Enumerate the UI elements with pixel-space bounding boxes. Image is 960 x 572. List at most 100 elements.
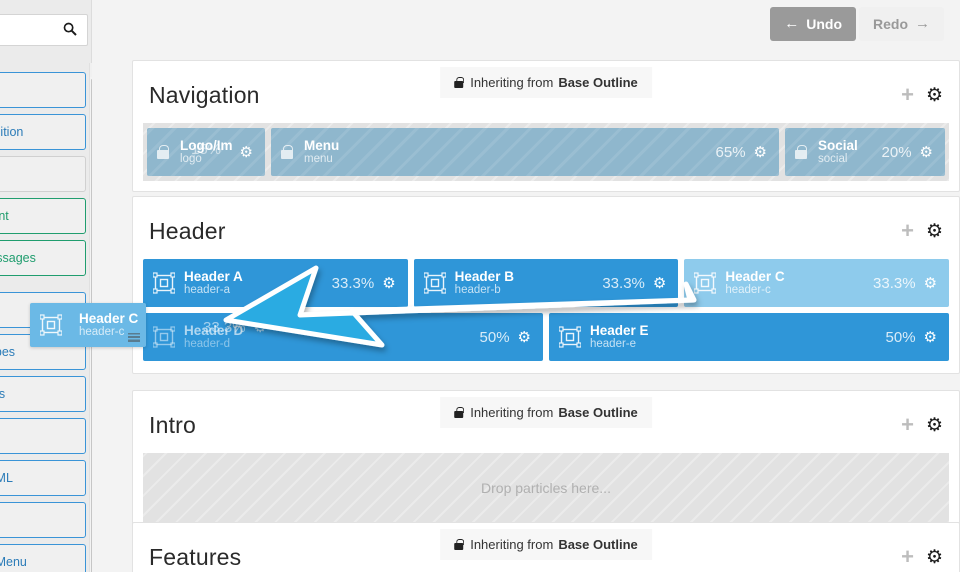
particle-social[interactable]: Social social 20% ⚙ bbox=[785, 128, 945, 176]
particle-meta: 50% ⚙ bbox=[480, 329, 531, 346]
particle-title: Header C bbox=[79, 311, 139, 326]
lock-icon bbox=[454, 77, 464, 88]
section-navigation[interactable]: Navigation Inheriting from Base Outline … bbox=[132, 60, 960, 192]
gear-icon[interactable]: ⚙ bbox=[920, 145, 933, 160]
particle-icon bbox=[558, 326, 582, 348]
particle-meta: 33.3% ⚙ bbox=[873, 275, 937, 292]
particle-id: social bbox=[818, 153, 848, 166]
section-actions: + ⚙ bbox=[901, 414, 943, 436]
particle-meta: 33.3% ⚙ bbox=[602, 275, 666, 292]
gear-icon[interactable]: ⚙ bbox=[653, 276, 666, 291]
section-title: Navigation bbox=[149, 81, 260, 108]
particle-percent: 33.3% bbox=[331, 274, 375, 292]
particle-header-a[interactable]: Header A header-a 33.3% ⚙ bbox=[143, 259, 408, 307]
particle-meta: 20% ⚙ bbox=[882, 144, 933, 161]
particle-labels: Header D header-d bbox=[184, 323, 243, 351]
particle-icon bbox=[693, 272, 717, 294]
section-body: Logo/Im logo ⚙ 15% Menu menu 65% ⚙ Socia… bbox=[143, 123, 949, 181]
sidebar-item-8[interactable]: ight bbox=[0, 418, 86, 454]
layout-canvas: ← Undo Redo → Navigation Inheriting from… bbox=[92, 0, 960, 572]
section-intro[interactable]: Intro Inheriting from Base Outline + ⚙ D… bbox=[132, 390, 960, 534]
particle-header-b[interactable]: Header B header-b 33.3% ⚙ bbox=[413, 259, 679, 307]
section-title: Header bbox=[149, 217, 226, 244]
inheritance-badge: Inheriting from Base Outline bbox=[440, 67, 652, 98]
particle-id: header-b bbox=[454, 284, 501, 297]
particle-labels: Logo/Im logo bbox=[180, 138, 233, 166]
redo-label: Redo bbox=[873, 16, 908, 32]
particle-title: Header C bbox=[725, 269, 785, 284]
particle-labels: Social social bbox=[818, 138, 858, 166]
gear-icon[interactable]: ⚙ bbox=[926, 416, 943, 435]
lock-icon bbox=[454, 539, 464, 550]
lock-icon bbox=[454, 407, 464, 418]
particle-header-e[interactable]: Header E header-e 50% ⚙ bbox=[549, 313, 949, 361]
sidebar-item-1[interactable]: et Position bbox=[0, 114, 86, 150]
section-header: Header + ⚙ bbox=[139, 203, 953, 259]
arrow-left-icon: ← bbox=[784, 15, 800, 32]
lock-icon bbox=[281, 145, 293, 159]
particle-id: header-e bbox=[590, 338, 637, 351]
add-particle-icon[interactable]: + bbox=[901, 220, 914, 242]
section-header: Intro Inheriting from Base Outline + ⚙ bbox=[139, 397, 953, 453]
add-particle-icon[interactable]: + bbox=[901, 546, 914, 568]
particle-icon bbox=[152, 272, 176, 294]
gear-icon[interactable]: ⚙ bbox=[240, 145, 253, 160]
section-header: Navigation Inheriting from Base Outline … bbox=[139, 67, 953, 123]
sidebar-item-4[interactable]: m Messages bbox=[0, 240, 86, 276]
particle-labels: Menu menu bbox=[304, 138, 339, 166]
section-actions: + ⚙ bbox=[901, 84, 943, 106]
add-particle-icon[interactable]: + bbox=[901, 414, 914, 436]
particle-labels: Header B header-b bbox=[455, 269, 514, 297]
particle-title: Header B bbox=[454, 269, 514, 284]
add-particle-icon[interactable]: + bbox=[901, 84, 914, 106]
sidebar-item-0[interactable]: et bbox=[0, 72, 86, 108]
undo-button[interactable]: ← Undo bbox=[770, 7, 856, 41]
sidebar-item-3[interactable]: Content bbox=[0, 198, 86, 234]
sidebar: et et Position er Content m Messages ing… bbox=[0, 0, 92, 572]
drag-handle-icon[interactable] bbox=[128, 333, 140, 342]
sidebar-item-9[interactable]: m HTML bbox=[0, 460, 86, 496]
particle-menu[interactable]: Menu menu 65% ⚙ bbox=[271, 128, 779, 176]
inherit-source: Base Outline bbox=[558, 405, 638, 420]
gear-icon[interactable]: ⚙ bbox=[926, 548, 943, 567]
particle-labels: Header A header-a bbox=[184, 269, 243, 297]
particle-row: Header A header-a 33.3% ⚙ Header B heade… bbox=[139, 259, 953, 313]
section-dropzone[interactable]: Drop particles here... bbox=[143, 453, 949, 523]
particle-meta: 33.3% ⚙ bbox=[332, 275, 396, 292]
section-header-block[interactable]: Header + ⚙ Header A header-a 33.3% ⚙ Hea… bbox=[132, 196, 960, 374]
particle-id: header-a bbox=[184, 284, 231, 297]
section-title: Intro bbox=[149, 411, 197, 438]
history-toolbar: ← Undo Redo → bbox=[770, 7, 944, 41]
gear-icon: ⚙ bbox=[253, 319, 267, 336]
particle-title: Header E bbox=[590, 323, 649, 338]
arrow-right-icon: → bbox=[915, 15, 930, 32]
particle-title: Social bbox=[818, 138, 858, 153]
search-icon[interactable] bbox=[63, 22, 79, 38]
gear-icon[interactable]: ⚙ bbox=[754, 145, 767, 160]
inherit-prefix: Inheriting from bbox=[470, 537, 554, 552]
drag-ghost-particle[interactable]: Header C header-c bbox=[30, 303, 146, 347]
gear-icon[interactable]: ⚙ bbox=[382, 276, 395, 291]
redo-button[interactable]: Redo → bbox=[859, 7, 944, 41]
gear-icon[interactable]: ⚙ bbox=[926, 222, 943, 241]
particle-header-d[interactable]: Header D header-d 50% ⚙ 33.3% ⚙ bbox=[143, 313, 543, 361]
search-box[interactable] bbox=[0, 14, 88, 46]
inherit-source: Base Outline bbox=[558, 537, 638, 552]
section-actions: + ⚙ bbox=[901, 220, 943, 242]
particle-title: Menu bbox=[304, 138, 340, 153]
particle-percent: 33.3% bbox=[873, 274, 916, 292]
section-features[interactable]: Features Inheriting from Base Outline + … bbox=[132, 522, 960, 572]
particle-header-c-placeholder[interactable]: Header C header-c 33.3% ⚙ bbox=[684, 259, 950, 307]
gear-icon[interactable]: ⚙ bbox=[518, 330, 531, 345]
particle-logo[interactable]: Logo/Im logo ⚙ 15% bbox=[147, 128, 265, 176]
sidebar-item-10[interactable] bbox=[0, 502, 86, 538]
gear-icon[interactable]: ⚙ bbox=[926, 86, 943, 105]
particle-id: menu bbox=[304, 153, 333, 166]
sidebar-item-7[interactable]: nt Tabs bbox=[0, 376, 86, 412]
gear-icon[interactable]: ⚙ bbox=[924, 276, 937, 291]
gear-icon[interactable]: ⚙ bbox=[924, 330, 937, 345]
particle-id: header-c bbox=[725, 284, 771, 297]
particle-percent: 50% bbox=[479, 328, 510, 346]
sidebar-item-11[interactable]: ontal Menu bbox=[0, 544, 86, 572]
sidebar-item-2[interactable]: er bbox=[0, 156, 86, 192]
